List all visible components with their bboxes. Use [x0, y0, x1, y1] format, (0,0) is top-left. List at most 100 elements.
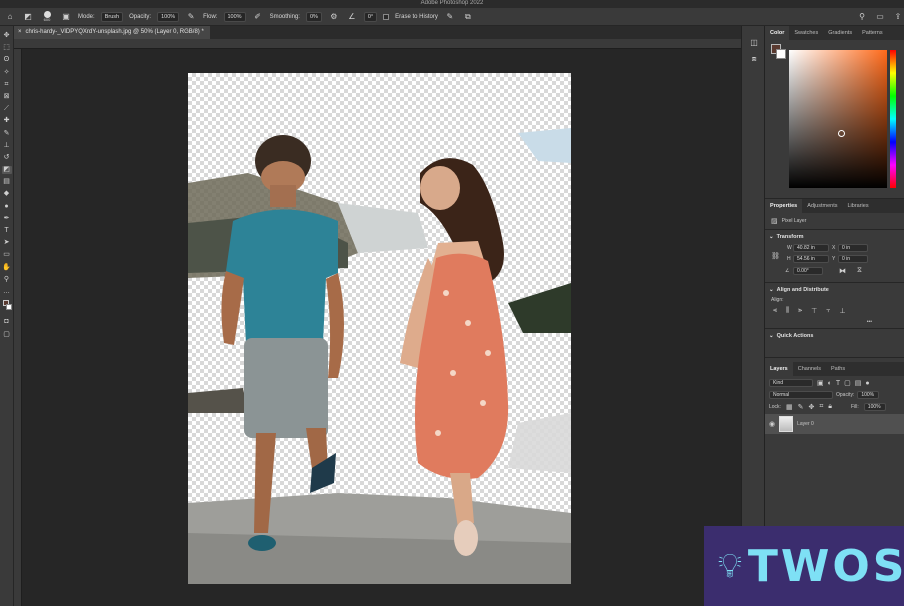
document-canvas[interactable]	[188, 73, 571, 584]
opacity-input[interactable]: 100%	[157, 11, 180, 22]
tab-properties[interactable]: Properties	[765, 199, 803, 213]
mode-select[interactable]: Brush	[100, 11, 124, 22]
airbrush-icon[interactable]: ✐	[252, 11, 264, 23]
tab-patterns[interactable]: Patterns	[857, 26, 887, 40]
marquee-tool-icon[interactable]: ⬚	[2, 44, 12, 52]
hue-slider[interactable]	[890, 50, 896, 188]
x-field[interactable]: 0 in	[838, 244, 868, 252]
tab-gradients[interactable]: Gradients	[823, 26, 857, 40]
adjustments-panel-icon[interactable]: ⧈	[749, 54, 759, 64]
zoom-tool-icon[interactable]: ⚲	[2, 276, 12, 284]
color-field[interactable]	[789, 50, 887, 188]
type-tool-icon[interactable]: T	[2, 227, 12, 235]
symmetry-icon[interactable]: ⧉	[462, 11, 474, 23]
workspace-icon[interactable]: ▭	[874, 11, 886, 23]
blend-mode-select[interactable]: Normal	[769, 391, 833, 399]
crop-tool-icon[interactable]: ⌗	[2, 81, 12, 89]
clone-stamp-tool-icon[interactable]: ⊥	[2, 142, 12, 150]
flip-horizontal-icon[interactable]: ⧓	[839, 267, 846, 275]
lock-transparency-icon[interactable]: ▦	[786, 403, 793, 411]
tab-adjustments[interactable]: Adjustments	[802, 199, 842, 213]
home-icon[interactable]: ⌂	[4, 11, 16, 23]
more-options-button[interactable]: •••	[765, 319, 904, 325]
smoothing-input[interactable]: 0%	[305, 11, 322, 22]
color-panel-background[interactable]	[776, 49, 786, 59]
lock-position-icon[interactable]: ✥	[808, 403, 814, 411]
tab-layers[interactable]: Layers	[765, 362, 793, 376]
layer-row[interactable]: ◉ Layer 0	[765, 414, 904, 434]
flow-input[interactable]: 100%	[223, 11, 246, 22]
dodge-tool-icon[interactable]: ●	[2, 203, 12, 211]
brush-settings-icon[interactable]: ▣	[60, 11, 72, 23]
tab-channels[interactable]: Channels	[793, 362, 826, 376]
path-select-tool-icon[interactable]: ➤	[2, 239, 12, 247]
align-header[interactable]: ⌄ Align and Distribute	[765, 283, 904, 297]
eraser-tool-icon[interactable]: ◩	[1, 166, 12, 175]
gear-icon[interactable]: ⚙	[328, 11, 340, 23]
brush-tool-icon[interactable]: ✎	[2, 130, 12, 138]
align-center-h-icon[interactable]: ⫼	[786, 307, 789, 315]
filter-shape-icon[interactable]: ▢	[844, 379, 851, 387]
align-middle-v-icon[interactable]: ⫟	[826, 307, 830, 315]
height-field[interactable]: 54.56 in	[793, 255, 829, 263]
layer-opacity-input[interactable]: 100%	[857, 391, 880, 399]
quick-actions-header[interactable]: ⌄ Quick Actions	[765, 329, 904, 343]
align-bottom-icon[interactable]: ⊥	[840, 307, 846, 315]
angle-input[interactable]: 0°	[363, 11, 378, 22]
tab-color[interactable]: Color	[765, 26, 790, 40]
tab-swatches[interactable]: Swatches	[789, 26, 823, 40]
flip-vertical-icon[interactable]: ⧖	[857, 267, 862, 275]
blur-tool-icon[interactable]: ◆	[2, 190, 12, 198]
transform-header[interactable]: ⌄ Transform	[765, 230, 904, 244]
layer-kind-filter[interactable]: Kind	[769, 379, 813, 387]
y-field[interactable]: 0 in	[838, 255, 868, 263]
filter-type-icon[interactable]: T	[836, 380, 840, 387]
history-panel-icon[interactable]: ◫	[749, 38, 759, 48]
color-swatches[interactable]	[2, 300, 12, 314]
tab-paths[interactable]: Paths	[826, 362, 850, 376]
hand-tool-icon[interactable]: ✋	[2, 264, 12, 272]
link-icon[interactable]: ⛓	[771, 252, 780, 260]
screen-mode-icon[interactable]: ▢	[2, 331, 12, 339]
history-brush-tool-icon[interactable]: ↺	[2, 154, 12, 162]
eyedropper-tool-icon[interactable]: ⟋	[2, 105, 12, 113]
document-tab[interactable]: × chris-hardy-_VlDPYQXrdY-unsplash.jpg @…	[14, 26, 210, 39]
horizontal-ruler[interactable]	[14, 39, 741, 49]
align-left-icon[interactable]: ⫷	[773, 307, 777, 315]
quick-mask-icon[interactable]: ◘	[2, 318, 12, 326]
lock-all-icon[interactable]: 🔒︎	[828, 403, 832, 411]
share-icon[interactable]: ⇪	[892, 11, 904, 23]
filter-pixel-icon[interactable]: ▣	[817, 379, 824, 387]
close-icon[interactable]: ×	[18, 26, 22, 39]
shape-tool-icon[interactable]: ▭	[2, 251, 12, 259]
pressure-size-icon[interactable]: ✎	[444, 11, 456, 23]
lock-image-icon[interactable]: ✎	[798, 403, 804, 411]
search-icon[interactable]: ⚲	[856, 11, 868, 23]
align-top-icon[interactable]: ⊤	[811, 307, 817, 315]
eraser-tool-preset-icon[interactable]: ◩	[22, 11, 34, 23]
filter-adjustment-icon[interactable]: ◐	[828, 380, 832, 387]
gradient-tool-icon[interactable]: ▤	[2, 178, 12, 186]
pen-tool-icon[interactable]: ✒	[2, 215, 12, 223]
quick-select-tool-icon[interactable]: ✧	[2, 69, 12, 77]
move-tool-icon[interactable]: ✥	[2, 32, 12, 40]
filter-smart-icon[interactable]: ▤	[855, 379, 862, 387]
vertical-ruler[interactable]	[14, 49, 22, 606]
lock-artboard-icon[interactable]: ⌗	[819, 403, 823, 411]
lasso-tool-icon[interactable]: ʘ	[2, 56, 12, 64]
erase-to-history-checkbox[interactable]	[383, 13, 390, 20]
brush-size-picker[interactable]: 600	[40, 11, 54, 23]
fill-input[interactable]: 100%	[863, 403, 886, 411]
color-picker-cursor[interactable]	[838, 130, 845, 137]
align-right-icon[interactable]: ⫸	[798, 307, 802, 315]
width-field[interactable]: 40.82 in	[793, 244, 829, 252]
tab-libraries[interactable]: Libraries	[842, 199, 873, 213]
angle-field[interactable]: 0.00°	[793, 267, 823, 275]
pressure-opacity-icon[interactable]: ✎	[185, 11, 197, 23]
background-color[interactable]	[5, 304, 12, 311]
frame-tool-icon[interactable]: ⊠	[2, 93, 12, 101]
more-tools-icon[interactable]: …	[2, 288, 12, 296]
eye-icon[interactable]: ◉	[769, 420, 775, 428]
healing-tool-icon[interactable]: ✚	[2, 117, 12, 125]
filter-toggle-icon[interactable]: ●	[865, 380, 869, 387]
